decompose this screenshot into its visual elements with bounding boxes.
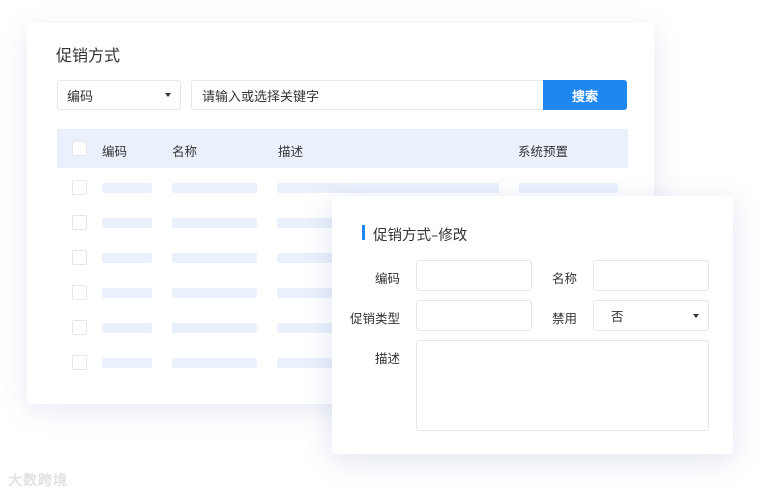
description-label: 描述 (374, 351, 400, 366)
table-header: 编码 名称 描述 系统预置 (57, 129, 628, 168)
title-accent-bar (362, 225, 365, 240)
placeholder-bar (102, 358, 152, 368)
promotion-type-field[interactable] (416, 300, 532, 331)
row-checkbox[interactable] (72, 250, 87, 265)
page-title: 促销方式 (56, 46, 121, 65)
column-header-description: 描述 (278, 144, 304, 159)
column-header-system-preset: 系统预置 (518, 144, 569, 159)
placeholder-bar (172, 183, 257, 193)
placeholder-bar (102, 183, 152, 193)
placeholder-bar (172, 218, 257, 228)
code-field[interactable] (416, 260, 532, 291)
caret-down-icon (693, 314, 699, 318)
row-checkbox[interactable] (72, 285, 87, 300)
row-checkbox[interactable] (72, 180, 87, 195)
placeholder-bar (102, 218, 152, 228)
search-button[interactable]: 搜索 (543, 80, 627, 110)
placeholder-bar (102, 253, 152, 263)
search-input[interactable]: 请输入或选择关键字 (191, 80, 547, 110)
column-header-code: 编码 (102, 144, 128, 159)
row-checkbox[interactable] (72, 215, 87, 230)
code-label: 编码 (374, 271, 400, 286)
select-all-checkbox[interactable] (72, 141, 87, 156)
name-label: 名称 (551, 271, 577, 286)
filter-field-value: 编码 (67, 89, 94, 105)
placeholder-bar (172, 323, 257, 333)
disabled-select[interactable]: 否 (593, 300, 709, 331)
disabled-value: 否 (611, 309, 624, 324)
watermark-logo: 大数跨境 (8, 473, 68, 489)
disabled-label: 禁用 (551, 311, 577, 326)
placeholder-bar (102, 323, 152, 333)
filter-field-select[interactable]: 编码 (57, 80, 181, 110)
description-textarea[interactable] (416, 340, 709, 431)
table-row[interactable] (57, 178, 628, 198)
search-placeholder: 请输入或选择关键字 (202, 89, 320, 105)
promotion-type-label: 促销类型 (349, 311, 400, 326)
row-checkbox[interactable] (72, 320, 87, 335)
edit-promotion-dialog: 促销方式–修改 编码 名称 促销类型 禁用 否 描述 (332, 196, 733, 454)
name-field[interactable] (593, 260, 709, 291)
column-header-name: 名称 (172, 144, 198, 159)
placeholder-bar (172, 288, 257, 298)
row-checkbox[interactable] (72, 355, 87, 370)
placeholder-bar (172, 358, 257, 368)
placeholder-bar (277, 183, 499, 193)
placeholder-bar (519, 183, 618, 193)
placeholder-bar (172, 253, 257, 263)
placeholder-bar (102, 288, 152, 298)
caret-down-icon (165, 93, 171, 97)
dialog-title: 促销方式–修改 (373, 228, 468, 244)
